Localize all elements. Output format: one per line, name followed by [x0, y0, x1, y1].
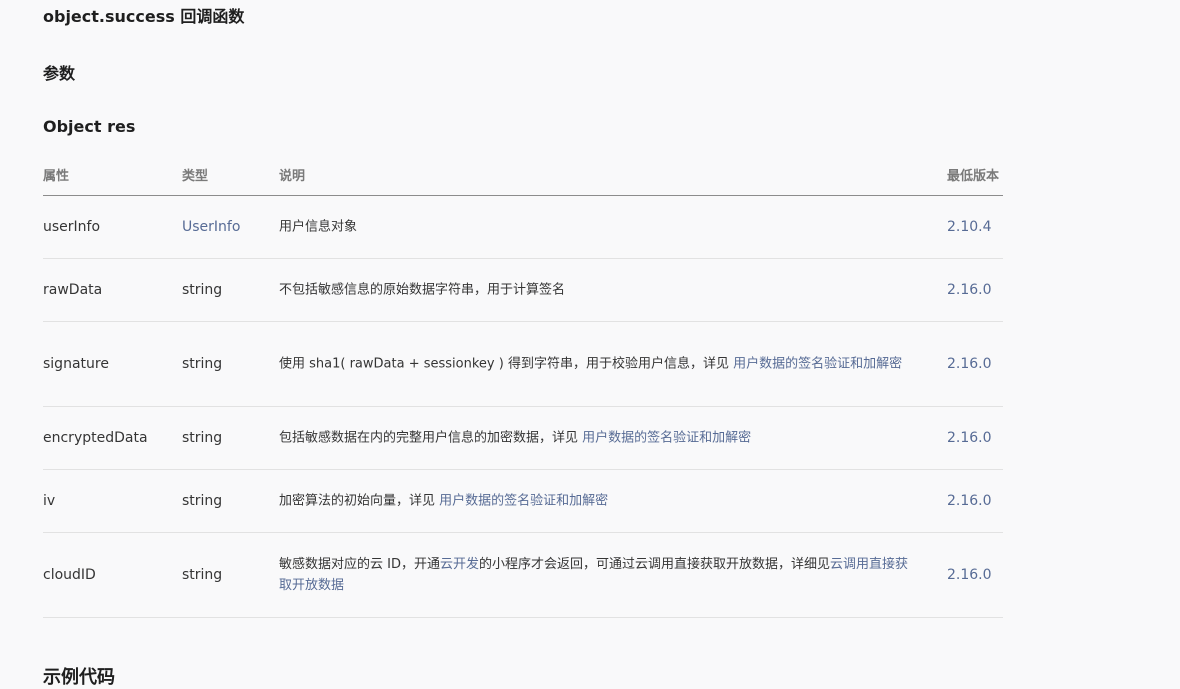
property-description: 加密算法的初始向量，详见 用户数据的签名验证和加解密: [279, 491, 919, 512]
property-type: string: [182, 430, 223, 446]
section-title-params: 参数: [43, 64, 76, 83]
property-description: 不包括敏感信息的原始数据字符串，用于计算签名: [279, 282, 566, 298]
property-name: signature: [43, 356, 109, 372]
description-text: 的小程序才会返回，可通过云调用直接获取开放数据，详细见: [479, 557, 831, 572]
property-type: string: [182, 567, 223, 583]
header-min-version: 最低版本: [947, 169, 1000, 184]
property-name: cloudID: [43, 567, 96, 583]
header-property: 属性: [43, 169, 70, 184]
table-row: signature string 使用 sha1( rawData + sess…: [43, 322, 1003, 407]
type-link-userinfo[interactable]: UserInfo: [182, 219, 240, 235]
table-row: iv string 加密算法的初始向量，详见 用户数据的签名验证和加解密 2.1…: [43, 470, 1003, 533]
table-row: userInfo UserInfo 用户信息对象 2.10.4: [43, 196, 1003, 259]
description-text: 敏感数据对应的云 ID，开通: [279, 557, 440, 572]
description-text: 使用 sha1( rawData + sessionkey ) 得到字符串，用于…: [279, 356, 734, 372]
table-row: encryptedData string 包括敏感数据在内的完整用户信息的加密数…: [43, 407, 1003, 470]
property-name: rawData: [43, 282, 103, 298]
property-description: 用户信息对象: [279, 219, 358, 235]
version-link[interactable]: 2.16.0: [947, 356, 992, 372]
version-link[interactable]: 2.16.0: [947, 567, 992, 583]
signature-crypto-doc-link[interactable]: 用户数据的签名验证和加解密: [582, 431, 751, 446]
header-type: 类型: [182, 169, 209, 184]
property-type: string: [182, 356, 223, 372]
header-description: 说明: [279, 169, 306, 184]
description-text: 加密算法的初始向量，详见: [279, 493, 440, 509]
table-row: cloudID string 敏感数据对应的云 ID，开通云开发的小程序才会返回…: [43, 533, 1003, 618]
version-link[interactable]: 2.16.0: [947, 430, 992, 446]
cloud-dev-link[interactable]: 云开发: [440, 557, 479, 572]
table-row: rawData string 不包括敏感信息的原始数据字符串，用于计算签名 2.…: [43, 259, 1003, 322]
section-title-object-res: Object res: [43, 117, 136, 136]
property-name: encryptedData: [43, 430, 148, 446]
property-description: 使用 sha1( rawData + sessionkey ) 得到字符串，用于…: [279, 354, 919, 375]
table-header: 属性 类型 说明 最低版本: [43, 152, 1003, 196]
version-link[interactable]: 2.16.0: [947, 282, 992, 298]
section-title-example-code: 示例代码: [43, 667, 115, 688]
version-link[interactable]: 2.16.0: [947, 493, 992, 509]
property-name: iv: [43, 493, 56, 509]
property-description: 包括敏感数据在内的完整用户信息的加密数据，详见 用户数据的签名验证和加解密: [279, 428, 919, 449]
property-name: userInfo: [43, 219, 101, 235]
section-title-success-callback: object.success 回调函数: [43, 7, 245, 26]
property-type: string: [182, 493, 223, 509]
signature-crypto-doc-link[interactable]: 用户数据的签名验证和加解密: [733, 357, 902, 372]
signature-crypto-doc-link[interactable]: 用户数据的签名验证和加解密: [439, 494, 608, 509]
property-type: string: [182, 282, 223, 298]
version-link[interactable]: 2.10.4: [947, 219, 992, 235]
params-table: 属性 类型 说明 最低版本 userInfo UserInfo 用户信息对象 2…: [43, 152, 1003, 618]
property-description: 敏感数据对应的云 ID，开通云开发的小程序才会返回，可通过云调用直接获取开放数据…: [279, 554, 919, 596]
description-text: 包括敏感数据在内的完整用户信息的加密数据，详见: [279, 430, 583, 446]
